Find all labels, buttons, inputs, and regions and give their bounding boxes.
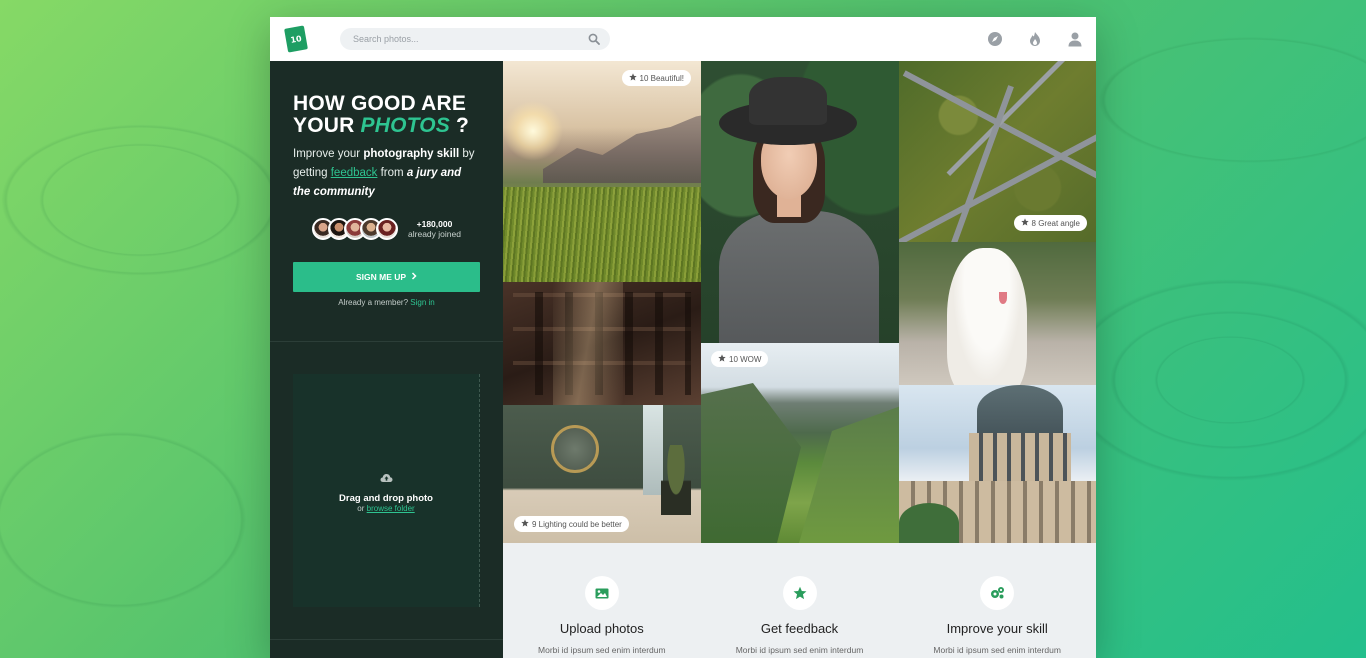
ridge-right [799, 403, 899, 543]
mountains [543, 113, 701, 183]
road [902, 70, 1096, 198]
dog-tongue [999, 292, 1007, 304]
star-icon [628, 73, 637, 83]
hero-text-bold: photography skill [363, 148, 460, 160]
sign-up-button[interactable]: SIGN ME UP [293, 262, 480, 292]
rating-badge: 10 Beautiful! [621, 70, 691, 86]
cloud-upload-icon [380, 468, 393, 487]
dropzone-or: or [357, 504, 365, 513]
photo-highway-interchange[interactable]: 8 Great angle [899, 61, 1096, 242]
feature-title: Improve your skill [946, 621, 1048, 636]
feature-text: Morbi id ipsum sed enim interdum [735, 645, 864, 655]
hat-crown [749, 77, 827, 125]
photo-white-dog[interactable] [899, 242, 1096, 385]
photo-woman-hat[interactable] [701, 61, 899, 343]
joined-count: +180,000 [416, 219, 453, 229]
search-icon[interactable] [588, 30, 600, 49]
features-section: Upload photos Morbi id ipsum sed enim in… [503, 543, 1096, 658]
feature-feedback: Get feedback Morbi id ipsum sed enim int… [701, 543, 899, 658]
app-window: 10 HOW GOOD ARE YOUR PHOTOS ? [270, 17, 1096, 658]
fire-icon[interactable] [1026, 30, 1044, 48]
rating-text: 8 Great angle [1031, 218, 1080, 228]
grass [503, 187, 701, 282]
feedback-link[interactable]: feedback [331, 167, 378, 179]
logo[interactable]: 10 [284, 25, 308, 53]
star-icon [1020, 218, 1029, 228]
hero-description: Improve your photography skill by gettin… [293, 145, 480, 202]
sidebar-divider [270, 639, 503, 640]
photo-cathedral[interactable] [899, 385, 1096, 543]
gears-icon [980, 576, 1015, 610]
image-icon [584, 576, 619, 610]
feature-text: Morbi id ipsum sed enim interdum [538, 645, 666, 655]
plant [661, 445, 691, 515]
star-icon [521, 519, 529, 529]
compass-icon[interactable] [986, 30, 1004, 48]
community-row: +180,000 already joined [293, 218, 480, 240]
joined-counter: +180,000 already joined [408, 219, 461, 239]
hero-title-suffix: ? [450, 114, 470, 137]
rating-badge: 9 Lighting could be better [514, 516, 629, 532]
ridge-left [701, 383, 801, 543]
photo-dropzone[interactable]: Drag and drop photo or browse folder [293, 374, 480, 607]
sweater [719, 211, 879, 343]
avatar-stack [312, 218, 399, 240]
top-navbar: 10 [270, 17, 1096, 61]
feature-text: Morbi id ipsum sed enim interdum [933, 645, 1061, 655]
hero-title-line1: HOW GOOD ARE [293, 92, 467, 115]
dog [947, 248, 1027, 385]
hero-section: HOW GOOD ARE YOUR PHOTOS ? Improve your … [270, 61, 503, 342]
feature-upload: Upload photos Morbi id ipsum sed enim in… [503, 543, 701, 658]
joined-label: already joined [408, 229, 461, 239]
dome-drum [969, 433, 1071, 485]
sign-up-label: SIGN ME UP [355, 272, 407, 282]
sign-in-link[interactable]: Sign in [410, 298, 434, 307]
feature-improve: Improve your skill Morbi id ipsum sed en… [898, 543, 1096, 658]
rating-badge: 10 WOW [711, 351, 769, 367]
rating-badge: 8 Great angle [1013, 215, 1087, 231]
rating-text: 9 Lighting could be better [532, 519, 622, 529]
rating-text: 10 WOW [729, 354, 762, 364]
photo-building-facade[interactable] [503, 282, 701, 405]
light-beam [553, 282, 623, 405]
hero-title: HOW GOOD ARE YOUR PHOTOS ? [293, 93, 480, 137]
star-icon [718, 354, 726, 364]
star-icon [782, 576, 817, 610]
photo-landscape-sunset[interactable]: 10 Beautiful! [503, 61, 701, 282]
chevron-right-icon [411, 272, 417, 282]
user-icon[interactable] [1066, 30, 1084, 48]
hero-title-accent: PHOTOS [360, 114, 451, 137]
avatar [376, 218, 399, 240]
hero-title-pre: YOUR [293, 114, 361, 137]
dropzone-subtitle: or browse folder [357, 504, 414, 513]
photo-bathroom[interactable]: 9 Lighting could be better [503, 405, 701, 543]
hero-text-part: from [377, 167, 407, 179]
tree [899, 503, 959, 543]
sidebar: HOW GOOD ARE YOUR PHOTOS ? Improve your … [270, 61, 503, 658]
hero-text-part: Improve your [293, 148, 364, 160]
search-bar[interactable] [340, 28, 610, 50]
member-line: Already a member? Sign in [293, 298, 480, 307]
member-text: Already a member? [338, 298, 409, 307]
feature-title: Get feedback [760, 621, 839, 636]
sun [503, 101, 563, 161]
rating-text: 10 Beautiful! [639, 73, 684, 83]
round-mirror [551, 425, 599, 473]
browse-folder-link[interactable]: browse folder [367, 504, 415, 513]
feature-title: Upload photos [559, 621, 644, 636]
bathroom-window [643, 405, 663, 495]
search-input[interactable] [353, 34, 588, 44]
photo-mountain-valley[interactable]: 10 WOW [701, 343, 899, 543]
logo-text: 10 [289, 33, 303, 45]
dome [977, 385, 1063, 437]
dropzone-title: Drag and drop photo [339, 493, 433, 504]
